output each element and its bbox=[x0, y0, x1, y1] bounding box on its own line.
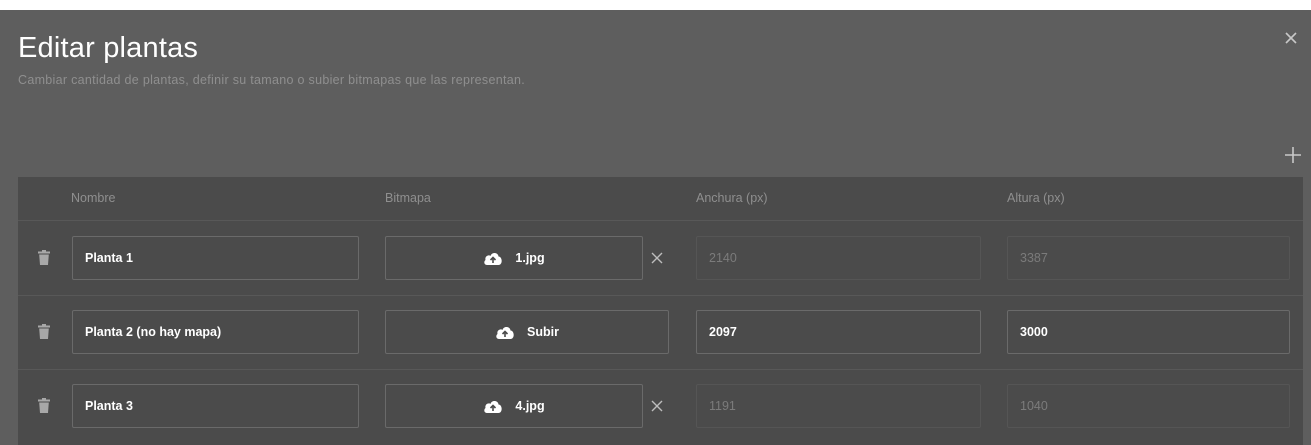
table-row: Planta 1 1.jpg 2140 3387 bbox=[18, 221, 1303, 296]
edit-floors-dialog: Editar plantas Cambiar cantidad de plant… bbox=[0, 10, 1311, 445]
upload-label: Subir bbox=[527, 325, 559, 339]
cloud-upload-icon bbox=[484, 401, 503, 413]
remove-bitmap-icon[interactable] bbox=[651, 252, 663, 264]
header-height: Altura (px) bbox=[1007, 191, 1065, 205]
bitmap-upload-button[interactable]: Subir bbox=[385, 310, 669, 354]
trash-icon[interactable] bbox=[38, 250, 50, 265]
name-input[interactable]: Planta 3 bbox=[72, 384, 359, 428]
height-input: 1040 bbox=[1007, 384, 1290, 428]
floors-table: Nombre Bitmapa Anchura (px) Altura (px) … bbox=[18, 177, 1303, 445]
header-bitmap: Bitmapa bbox=[385, 191, 431, 205]
cloud-upload-icon bbox=[496, 327, 514, 339]
cloud-upload-icon bbox=[484, 253, 503, 265]
bitmap-upload-button[interactable]: 1.jpg bbox=[385, 236, 643, 280]
trash-icon[interactable] bbox=[38, 398, 50, 413]
width-input: 2140 bbox=[696, 236, 981, 280]
header-name: Nombre bbox=[71, 191, 116, 205]
bitmap-filename: 4.jpg bbox=[515, 399, 545, 413]
dialog-subtitle: Cambiar cantidad de plantas, definir su … bbox=[18, 73, 526, 87]
plus-icon[interactable] bbox=[1284, 146, 1302, 164]
width-input[interactable]: 2097 bbox=[696, 310, 981, 354]
trash-icon[interactable] bbox=[38, 324, 50, 339]
height-input: 3387 bbox=[1007, 236, 1290, 280]
close-icon[interactable] bbox=[1283, 30, 1299, 46]
height-input[interactable]: 3000 bbox=[1007, 310, 1290, 354]
remove-bitmap-icon[interactable] bbox=[651, 400, 663, 412]
width-input: 1191 bbox=[696, 384, 981, 428]
name-input[interactable]: Planta 1 bbox=[72, 236, 359, 280]
table-row: Planta 3 4.jpg 1191 1040 bbox=[18, 369, 1303, 443]
dialog-title: Editar plantas bbox=[18, 32, 199, 64]
header-width: Anchura (px) bbox=[696, 191, 768, 205]
table-row: Planta 2 (no hay mapa) Subir 2097 3000 bbox=[18, 295, 1303, 370]
bitmap-filename: 1.jpg bbox=[515, 251, 545, 265]
name-input[interactable]: Planta 2 (no hay mapa) bbox=[72, 310, 359, 354]
bitmap-upload-button[interactable]: 4.jpg bbox=[385, 384, 643, 428]
table-header: Nombre Bitmapa Anchura (px) Altura (px) bbox=[18, 177, 1303, 221]
